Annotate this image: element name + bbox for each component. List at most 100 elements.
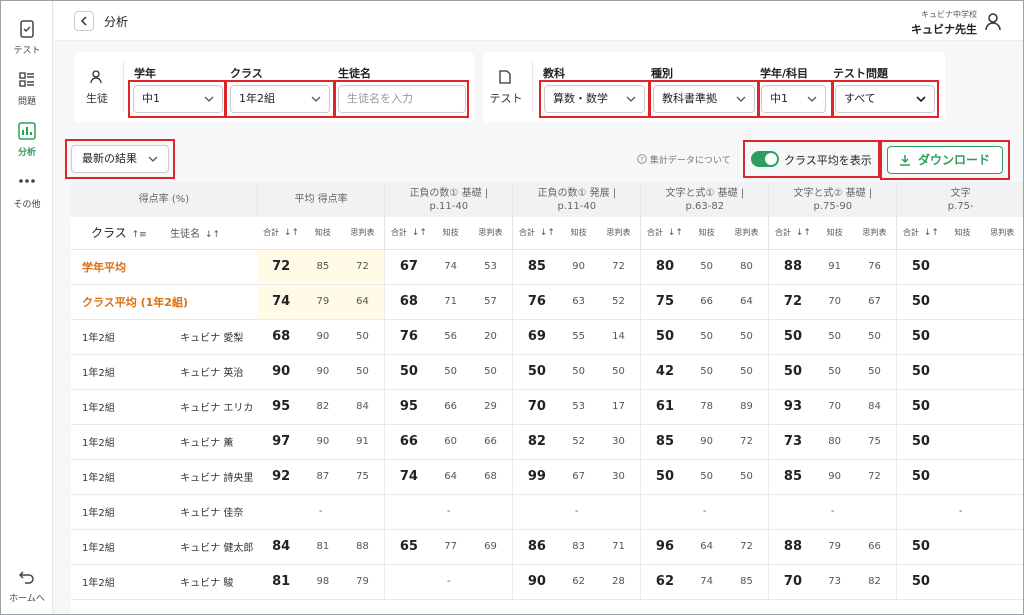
total-score-cell: 84 xyxy=(257,529,305,565)
sub-column-header[interactable]: 思判表 xyxy=(852,217,898,250)
about-data-link[interactable]: ? 集計データについて xyxy=(637,153,731,166)
sub-column-header[interactable]: 知技 xyxy=(816,217,853,250)
class-label: クラス xyxy=(230,67,263,80)
score-cell: 81 xyxy=(304,529,341,565)
sub-column-header[interactable]: 合計 ↓↑ xyxy=(512,217,561,250)
total-score-cell: 67 xyxy=(384,249,433,285)
student-name-cell[interactable]: キュビナ エリカ xyxy=(170,389,258,425)
sub-column-header[interactable]: 合計 ↓↑ xyxy=(384,217,433,250)
score-cell xyxy=(944,564,981,600)
student-name-cell[interactable]: キュビナ 駿 xyxy=(170,564,258,600)
sub-column-header[interactable]: 思判表 xyxy=(724,217,770,250)
score-table-container[interactable]: 得点率 (%) 平均 得点率 正負の数① 基礎 | p.11-40 正負の数① 発展 |… xyxy=(71,182,1023,614)
score-cell: 64 xyxy=(724,284,770,320)
score-cell: 68 xyxy=(468,459,514,495)
test-group-header[interactable]: 正負の数① 基礎 | p.11-40 xyxy=(384,182,514,217)
total-score-cell: 76 xyxy=(512,284,561,320)
score-cell: 98 xyxy=(304,564,341,600)
score-cell: 50 xyxy=(852,354,898,390)
home-link[interactable]: ホームへ xyxy=(1,567,53,604)
table-row[interactable]: 1年2組 キュビナ 詩央里 92 87 75 74 64 68 99 67 30 50 50 50 85 90… xyxy=(71,459,1023,495)
total-score-cell: 66 xyxy=(384,424,433,460)
back-button[interactable] xyxy=(74,11,94,31)
total-score-cell: 50 xyxy=(640,319,689,355)
total-score-cell: 93 xyxy=(768,389,817,425)
score-cell: 67 xyxy=(560,459,597,495)
divider xyxy=(123,62,124,112)
more-icon xyxy=(19,179,35,183)
test-group-header[interactable]: 文字 p.75- xyxy=(896,182,1023,217)
sub-column-header[interactable]: 思判表 xyxy=(980,217,1023,250)
total-score-cell: 50 xyxy=(896,459,945,495)
score-cell: 50 xyxy=(340,319,386,355)
score-cell xyxy=(944,284,981,320)
score-cell: 50 xyxy=(816,354,853,390)
score-cell: 50 xyxy=(688,459,725,495)
score-cell: 79 xyxy=(340,564,386,600)
total-score-cell: 50 xyxy=(896,249,945,285)
score-cell xyxy=(980,564,1023,600)
table-row[interactable]: 1年2組 キュビナ 健太郎 84 81 88 65 77 69 86 83 71 96 64 72 88 79… xyxy=(71,529,1023,565)
student-name-cell[interactable]: キュビナ 薫 xyxy=(170,424,258,460)
sub-column-header[interactable]: 知技 xyxy=(560,217,597,250)
table-row[interactable]: 1年2組 キュビナ 英治 90 90 50 50 50 50 50 50 50 42 50 50 50 50 5… xyxy=(71,354,1023,390)
highlight-grade-subject xyxy=(758,80,833,118)
sub-column-header[interactable]: 思判表 xyxy=(468,217,514,250)
student-name-cell[interactable]: キュビナ 英治 xyxy=(170,354,258,390)
class-column-header[interactable]: クラス ↑≡ xyxy=(71,217,171,250)
sub-column-header[interactable]: 合計 ↓↑ xyxy=(640,217,689,250)
highlight-grade xyxy=(128,80,226,118)
sub-column-label: 合計 xyxy=(518,228,535,238)
sub-column-header[interactable]: 知技 xyxy=(432,217,469,250)
test-group-header[interactable]: 平均 得点率 xyxy=(257,182,386,217)
score-cell: 90 xyxy=(304,424,341,460)
sidebar-item-problems[interactable]: 問題 xyxy=(1,70,53,107)
sub-column-header[interactable]: 知技 xyxy=(304,217,341,250)
score-cell: 72 xyxy=(852,459,898,495)
score-cell: 52 xyxy=(596,284,642,320)
test-icon xyxy=(20,20,34,38)
sub-column-header[interactable]: 合計 ↓↑ xyxy=(768,217,817,250)
score-cell: 84 xyxy=(852,389,898,425)
table-row[interactable]: 1年2組 キュビナ エリカ 95 82 84 95 66 29 70 53 17 61 78 89 93 70… xyxy=(71,389,1023,425)
sub-column-header[interactable]: 知技 xyxy=(688,217,725,250)
sub-column-header[interactable]: 合計 ↓↑ xyxy=(257,217,305,250)
student-name-cell[interactable]: キュビナ 健太郎 xyxy=(170,529,258,565)
score-cell: 90 xyxy=(688,424,725,460)
score-cell: 72 xyxy=(340,249,386,285)
sub-column-header[interactable]: 知技 xyxy=(944,217,981,250)
score-cell: 50 xyxy=(340,354,386,390)
name-column-header[interactable]: 生徒名 ↓↑ xyxy=(170,217,258,250)
sub-column-header[interactable]: 思判表 xyxy=(340,217,386,250)
student-name-cell[interactable]: キュビナ 詩央里 xyxy=(170,459,258,495)
teacher-name: キュビナ先生 xyxy=(911,23,977,36)
sidebar-item-analysis[interactable]: 分析 xyxy=(1,121,53,158)
total-score-cell: 92 xyxy=(257,459,305,495)
test-group-title: 正負の数① 発展 | xyxy=(537,187,617,199)
svg-text:?: ? xyxy=(640,156,643,164)
sidebar-item-more[interactable]: その他 xyxy=(1,173,53,210)
table-row[interactable]: 1年2組 キュビナ 薫 97 90 91 66 60 66 82 52 30 85 90 72 73 80 75… xyxy=(71,424,1023,460)
score-cell: 70 xyxy=(816,284,853,320)
score-cell: 29 xyxy=(468,389,514,425)
test-group-header[interactable]: 文字と式① 基礎 | p.63-82 xyxy=(640,182,770,217)
divider xyxy=(532,62,533,112)
student-name-cell[interactable]: キュビナ 愛梨 xyxy=(170,319,258,355)
sub-column-header[interactable]: 合計 ↓↑ xyxy=(896,217,945,250)
test-group-header[interactable]: 文字と式② 基礎 | p.75-90 xyxy=(768,182,898,217)
table-row[interactable]: 1年2組 キュビナ 愛梨 68 90 50 76 56 20 69 55 14 50 50 50 50 50 5… xyxy=(71,319,1023,355)
sub-column-label: 知技 xyxy=(826,228,843,238)
test-group-header[interactable]: 正負の数① 発展 | p.11-40 xyxy=(512,182,642,217)
score-cell: 91 xyxy=(816,249,853,285)
table-row[interactable]: 1年2組 キュビナ 駿 81 98 79-90 62 28 62 74 85 70 73 82 50 xyxy=(71,564,1023,600)
total-score-cell: 61 xyxy=(640,389,689,425)
table-row[interactable]: 1年2組 キュビナ 佳奈 - - - - - - xyxy=(71,494,1023,530)
score-cell xyxy=(944,354,981,390)
sub-column-header[interactable]: 思判表 xyxy=(596,217,642,250)
score-cell: 50 xyxy=(724,354,770,390)
score-cell: 56 xyxy=(432,319,469,355)
student-name-cell[interactable]: キュビナ 佳奈 xyxy=(170,494,258,530)
class-cell: 1年2組 xyxy=(71,529,171,565)
user-icon[interactable] xyxy=(985,13,1001,31)
sidebar-item-test[interactable]: テスト xyxy=(1,19,53,56)
